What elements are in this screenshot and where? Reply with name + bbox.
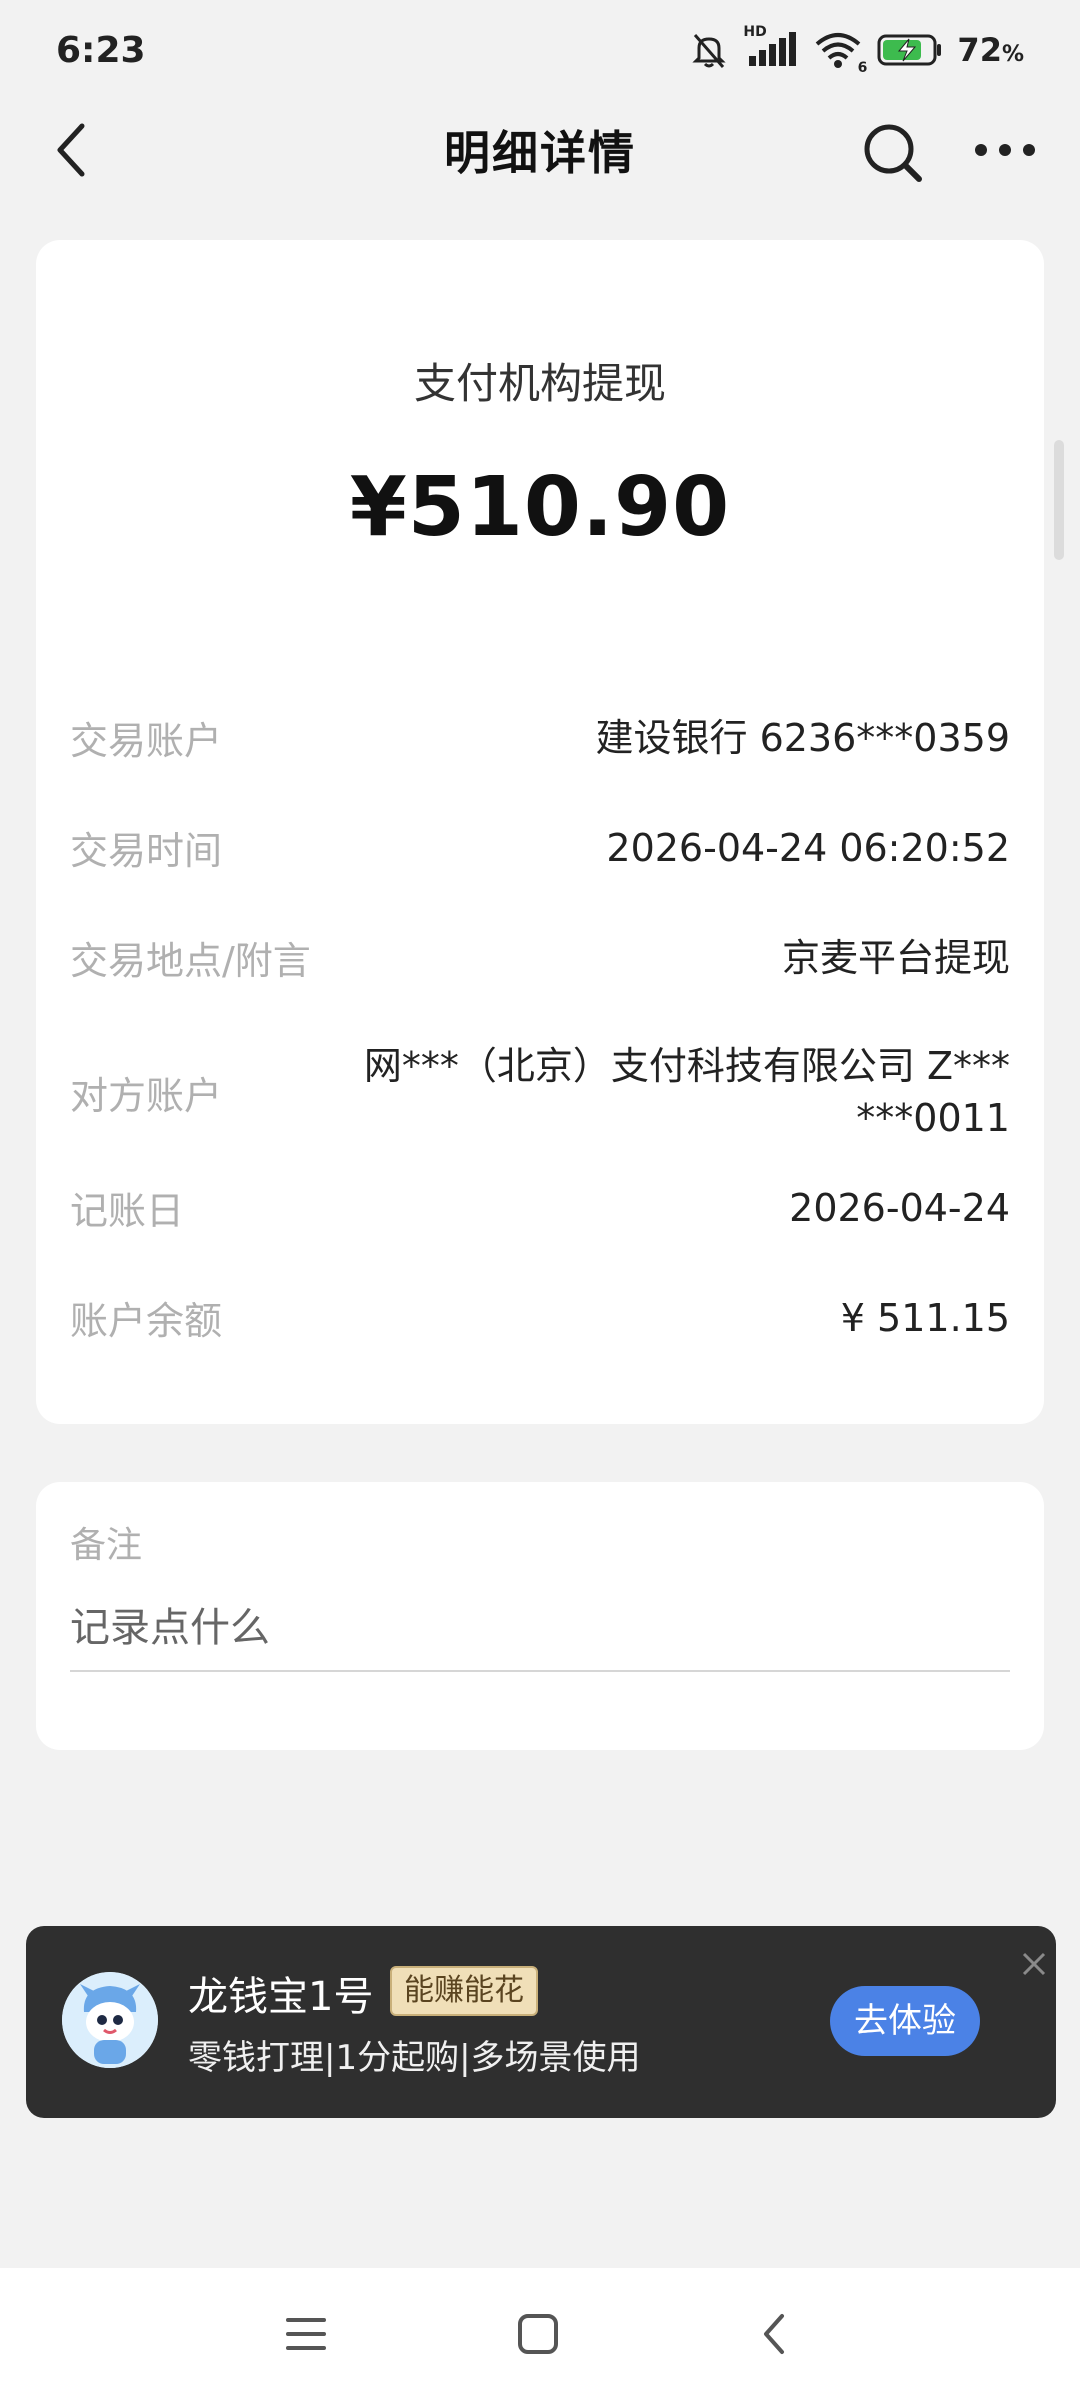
wifi-icon: 6 [813, 30, 867, 76]
detail-row-time: 交易时间 2026-04-24 06:20:52 [70, 820, 1010, 875]
transaction-card: 支付机构提现 ¥510.90 交易账户 建设银行 6236***0359 交易时… [36, 240, 1044, 1424]
detail-row-balance: 账户余额 ¥ 511.15 [70, 1290, 1010, 1345]
row-label: 交易地点/附言 [70, 939, 311, 983]
close-promo-button[interactable] [1016, 1946, 1052, 1982]
try-now-button[interactable]: 去体验 [830, 1986, 980, 2056]
battery-icon [877, 32, 943, 68]
search-button[interactable] [858, 118, 928, 188]
promo-badge: 能赚能花 [390, 1966, 538, 2016]
promo-banner[interactable]: 龙钱宝1号 能赚能花 零钱打理|1分起购|多场景使用 去体验 [26, 1926, 1056, 2118]
row-label: 账户余额 [70, 1299, 223, 1343]
chevron-left-icon [764, 2314, 784, 2354]
battery-percentage: 72% [957, 31, 1024, 69]
remark-title: 备注 [70, 1525, 143, 1566]
close-icon [1022, 1952, 1046, 1976]
row-label: 交易账户 [70, 719, 223, 763]
detail-row-account: 交易账户 建设银行 6236***0359 [70, 710, 1010, 765]
status-bar: 6:23 HD 6 72% [0, 0, 1080, 100]
transaction-amount: ¥510.90 [349, 460, 731, 555]
battery-value: 72 [957, 31, 1002, 69]
row-label: 交易时间 [70, 829, 223, 873]
system-back-button[interactable] [744, 2304, 804, 2364]
home-button[interactable] [508, 2304, 568, 2364]
promo-title: 龙钱宝1号 [188, 1974, 374, 2020]
remark-input[interactable] [70, 1586, 1010, 1672]
battery-unit: % [1001, 42, 1024, 67]
mascot-avatar [62, 1972, 158, 2068]
cellular-signal-icon: HD [743, 24, 799, 70]
chevron-left-icon [57, 123, 85, 177]
nav-bar: 明细详情 [0, 100, 1080, 200]
detail-row-posting-date: 记账日 2026-04-24 [70, 1180, 1010, 1235]
row-value: ¥ 511.15 [840, 1295, 1010, 1340]
row-value: 建设银行 6236***0359 [595, 715, 1011, 760]
square-icon [518, 2314, 558, 2354]
page-title: 明细详情 [444, 126, 636, 180]
row-label: 对方账户 [70, 1073, 223, 1118]
detail-row-counterparty: 对方账户 网***（北京）支付科技有限公司 Z*** ***0011 [70, 1040, 1010, 1144]
detail-row-location-note: 交易地点/附言 京麦平台提现 [70, 930, 1010, 985]
remark-card: 备注 [36, 1482, 1044, 1750]
row-value: 2026-04-24 [789, 1185, 1010, 1230]
menu-icon [286, 2318, 326, 2350]
page: 6:23 HD 6 72% 明细详情 支付机构提现 ¥510.90 交易账户 建… [0, 0, 1080, 2400]
mute-bell-icon [689, 30, 729, 70]
system-nav-bar [0, 2268, 1080, 2400]
more-button[interactable] [970, 120, 1040, 180]
status-time: 6:23 [56, 29, 146, 71]
transaction-type: 支付机构提现 [413, 359, 666, 408]
status-icons: HD 6 72% [689, 24, 1024, 76]
more-horizontal-icon [975, 144, 1035, 156]
network-label: HD [743, 24, 767, 40]
recent-apps-button[interactable] [276, 2304, 336, 2364]
back-button[interactable] [44, 122, 100, 178]
row-value: 2026-04-24 06:20:52 [606, 825, 1010, 870]
promo-description: 零钱打理|1分起购|多场景使用 [188, 2038, 641, 2078]
scrollbar[interactable] [1054, 440, 1064, 560]
search-icon [864, 124, 922, 182]
wifi-label: 6 [857, 60, 868, 76]
row-value: 京麦平台提现 [781, 935, 1010, 980]
row-value: 网***（北京）支付科技有限公司 Z*** ***0011 [363, 1044, 1010, 1140]
row-label: 记账日 [70, 1189, 185, 1233]
